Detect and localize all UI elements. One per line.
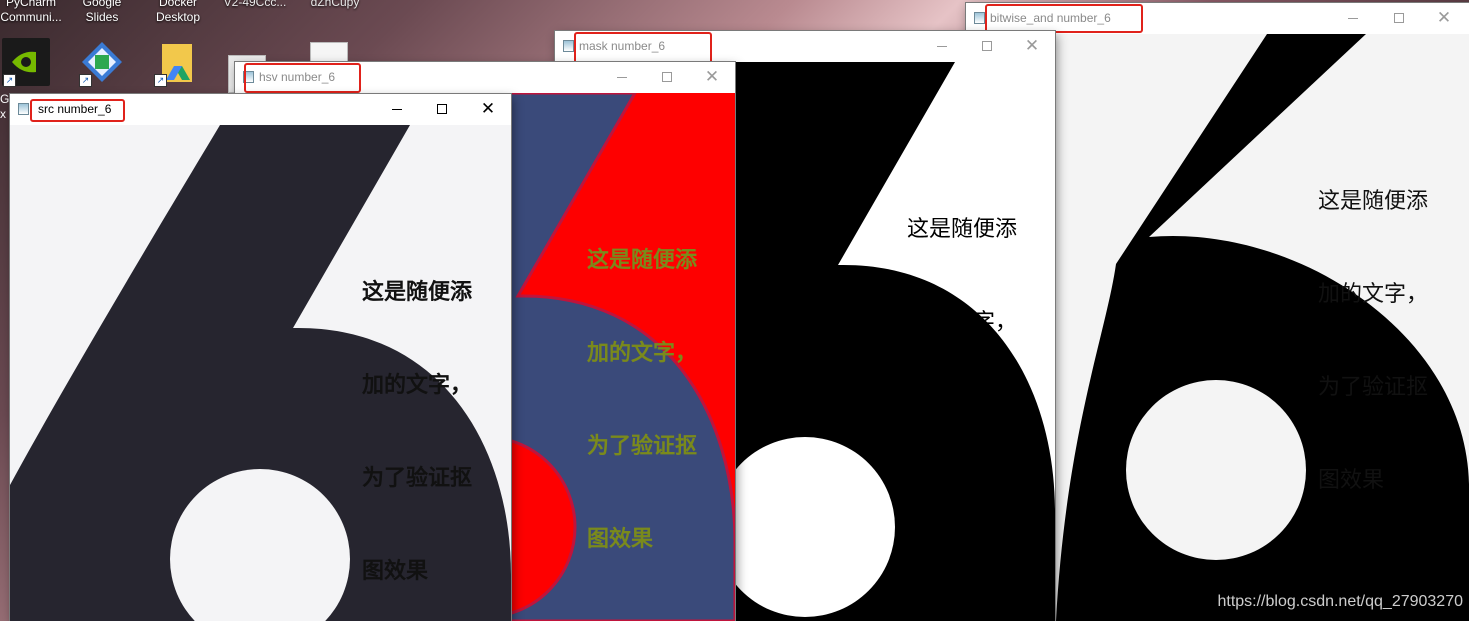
image-text-line-2: 加的文字， bbox=[362, 372, 473, 398]
maximize-button[interactable] bbox=[1376, 3, 1422, 33]
window-app-icon bbox=[974, 12, 985, 24]
window-titlebar[interactable]: hsv number_6 ✕ bbox=[235, 62, 735, 93]
close-button[interactable]: ✕ bbox=[689, 62, 735, 92]
minimize-button[interactable] bbox=[1330, 3, 1376, 33]
title-highlight-box bbox=[985, 4, 1143, 33]
minimize-button[interactable] bbox=[599, 62, 645, 92]
image-text-line-4: 图效果 bbox=[907, 496, 974, 521]
image-text-line-4: 图效果 bbox=[587, 526, 654, 552]
image-text-line-1: 这是随便添 bbox=[362, 279, 473, 305]
close-button[interactable]: ✕ bbox=[1421, 3, 1467, 33]
window-app-icon bbox=[18, 103, 29, 115]
desktop-top-label-google-slides[interactable]: Google Slides bbox=[75, 0, 129, 25]
image-text-line-3: 为了验证抠 bbox=[1318, 375, 1429, 400]
title-highlight-box bbox=[244, 63, 361, 93]
image-text-line-2: 加的文字， bbox=[1318, 282, 1429, 307]
shortcut-arrow-icon: ↗ bbox=[3, 74, 16, 87]
window-app-icon bbox=[563, 40, 574, 52]
watermark-url: https://blog.csdn.net/qq_27903270 bbox=[1217, 593, 1463, 610]
window-src[interactable]: src number_6 ✕ 这是随便添 加的文字， 为了验证抠 图效果 bbox=[10, 94, 511, 621]
shortcut-arrow-icon: ↗ bbox=[79, 74, 92, 87]
shortcut-arrow-icon: ↗ bbox=[154, 74, 167, 87]
image-text-line-4: 图效果 bbox=[362, 558, 429, 584]
title-highlight-box bbox=[574, 32, 712, 65]
window-titlebar[interactable]: bitwise_and number_6 ✕ bbox=[966, 3, 1469, 34]
close-button[interactable]: ✕ bbox=[1009, 31, 1055, 61]
image-text-line-1: 这是随便添 bbox=[907, 217, 1018, 242]
image-text-line-2: 加的文字， bbox=[907, 310, 1018, 335]
window-titlebar[interactable]: src number_6 ✕ bbox=[10, 94, 511, 125]
window-titlebar[interactable]: mask number_6 ✕ bbox=[555, 31, 1055, 65]
window-image-src: 这是随便添 加的文字， 为了验证抠 图效果 bbox=[10, 125, 511, 621]
desktop-top-label-docker[interactable]: Docker Desktop bbox=[148, 0, 208, 25]
image-text-line-3: 为了验证抠 bbox=[587, 433, 698, 459]
minimize-button[interactable] bbox=[919, 31, 965, 61]
desktop-top-label-pycharm[interactable]: PyCharm Communi... bbox=[0, 0, 62, 25]
maximize-button[interactable] bbox=[964, 31, 1010, 61]
image-text-line-4: 图效果 bbox=[1318, 468, 1385, 493]
image-text-line-1: 这是随便添 bbox=[1318, 189, 1429, 214]
close-button[interactable]: ✕ bbox=[465, 94, 511, 124]
minimize-button[interactable] bbox=[374, 94, 420, 124]
image-text-line-1: 这是随便添 bbox=[587, 247, 698, 273]
image-text-line-3: 为了验证抠 bbox=[362, 465, 473, 491]
maximize-button[interactable] bbox=[419, 94, 465, 124]
desktop-top-label-5[interactable]: dZhCupy bbox=[305, 0, 365, 10]
image-text-line-2: 加的文字， bbox=[587, 340, 698, 366]
image-text-line-3: 为了验证抠 bbox=[907, 403, 1018, 428]
title-highlight-box bbox=[30, 99, 125, 122]
maximize-button[interactable] bbox=[644, 62, 690, 92]
desktop-top-label-4[interactable]: V2-49Ccc... bbox=[220, 0, 290, 10]
desktop-icon-label-edge: Gx bbox=[0, 92, 10, 121]
